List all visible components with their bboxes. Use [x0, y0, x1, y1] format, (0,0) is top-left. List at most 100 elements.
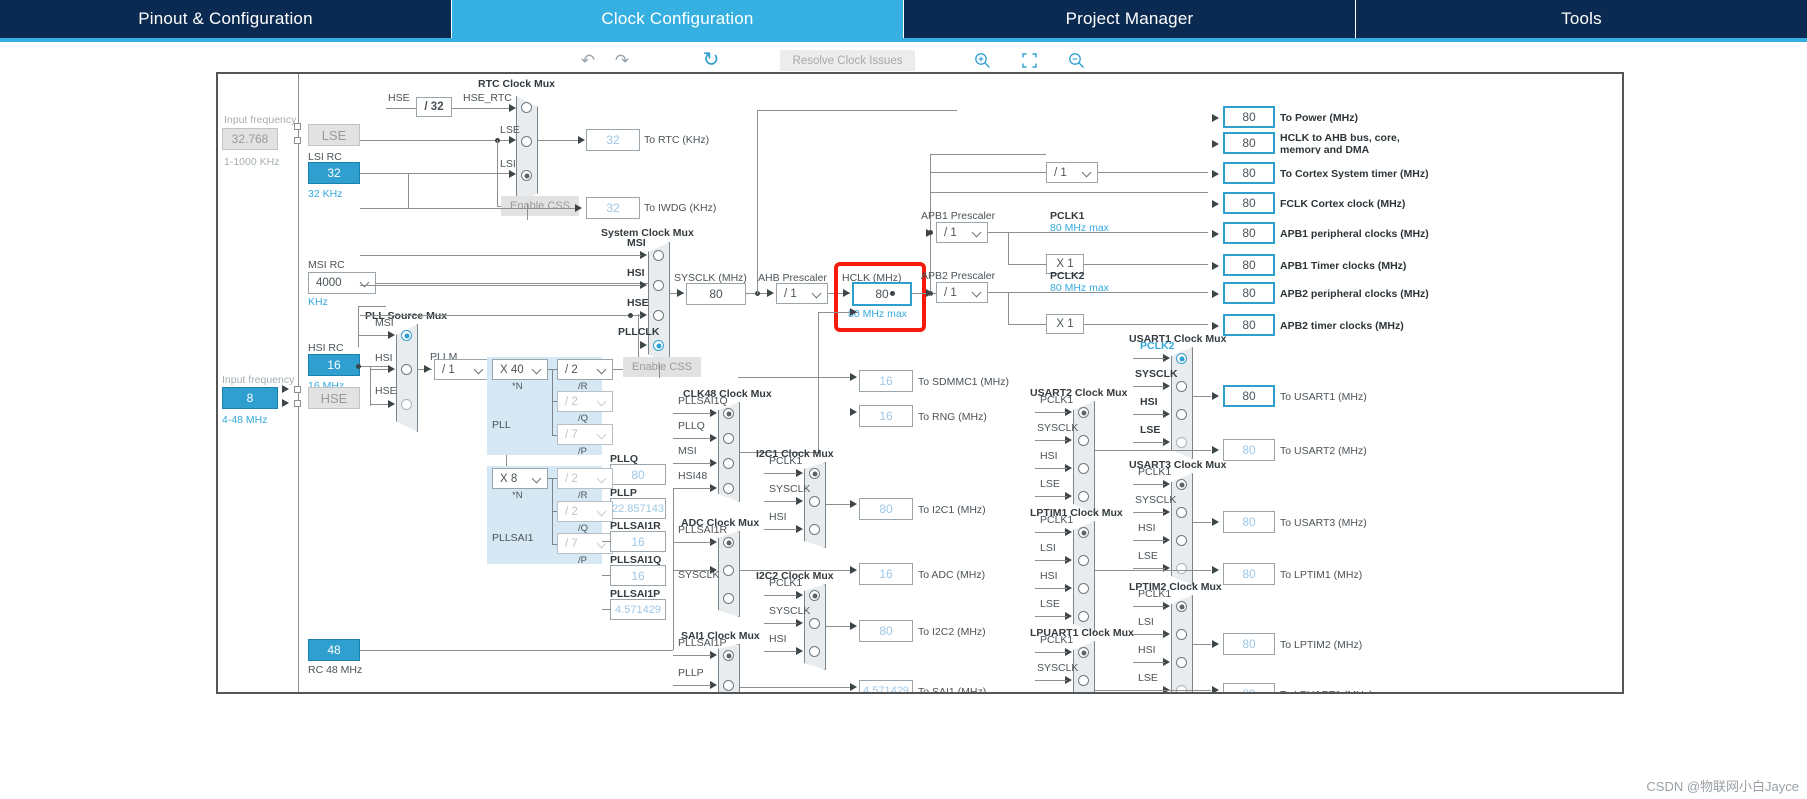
clk48-option-hsi48[interactable]: [723, 483, 734, 494]
pllsai1r-output-value[interactable]: 16: [610, 531, 666, 552]
lpuart1-option-sysclk[interactable]: [1078, 675, 1089, 686]
hse-oscillator-box[interactable]: HSE: [308, 387, 360, 409]
lptim1-option-hsi[interactable]: [1078, 583, 1089, 594]
usart2-option-lse[interactable]: [1078, 491, 1089, 502]
usart2-option-sysclk[interactable]: [1078, 435, 1089, 446]
system-clock-option-hse[interactable]: [653, 310, 664, 321]
to-usart3-value[interactable]: 80: [1223, 511, 1275, 533]
tab-tools[interactable]: Tools: [1356, 0, 1807, 38]
i2c2-option-pclk1[interactable]: [809, 590, 820, 601]
adc-option-hsi[interactable]: [723, 593, 734, 604]
rtc-mux-option-lsi[interactable]: [521, 170, 532, 181]
output-value-4[interactable]: 80: [1223, 222, 1275, 244]
pll-source-option-msi[interactable]: [401, 330, 412, 341]
to-i2c1-value[interactable]: 80: [859, 498, 913, 520]
usart3-option-hsi[interactable]: [1176, 535, 1187, 546]
to-iwdg-value[interactable]: 32: [586, 197, 640, 219]
output-value-7[interactable]: 80: [1223, 314, 1275, 336]
resolve-clock-issues-button[interactable]: Resolve Clock Issues: [780, 50, 915, 71]
pllq-output-value[interactable]: 80: [610, 464, 666, 485]
tab-project-manager[interactable]: Project Manager: [904, 0, 1356, 38]
pllp-output-value[interactable]: 22.857143: [610, 498, 666, 519]
clock-tree-diagram[interactable]: Input frequency 32.768 1-1000 KHz LSE LS…: [216, 72, 1624, 694]
lptim2-option-pclk1[interactable]: [1176, 601, 1187, 612]
usart3-option-pclk1[interactable]: [1176, 479, 1187, 490]
lse-oscillator-box[interactable]: LSE: [308, 124, 360, 146]
hse-input-frequency-field[interactable]: 8: [222, 387, 278, 409]
pllr-select[interactable]: / 2: [557, 359, 613, 380]
ahb-prescaler-select[interactable]: / 1: [776, 283, 828, 304]
usart1-option-sysclk[interactable]: [1176, 381, 1187, 392]
i2c2-option-hsi[interactable]: [809, 646, 820, 657]
lptim2-option-hsi[interactable]: [1176, 657, 1187, 668]
apb1-prescaler-select[interactable]: / 1: [936, 222, 988, 243]
pllsai1q-select[interactable]: / 2: [557, 501, 613, 522]
adc-option-pllsai1r[interactable]: [723, 537, 734, 548]
pllsai1n-select[interactable]: X 8: [492, 468, 548, 489]
hsi-value-box[interactable]: 16: [308, 354, 360, 376]
clk48-option-msi[interactable]: [723, 458, 734, 469]
output-value-2[interactable]: 80: [1223, 162, 1275, 184]
tab-pinout-configuration[interactable]: Pinout & Configuration: [0, 0, 452, 38]
lsi-value-box[interactable]: 32: [308, 162, 360, 184]
lptim1-option-lse[interactable]: [1078, 611, 1089, 622]
output-value-3[interactable]: 80: [1223, 192, 1275, 214]
to-rng-value[interactable]: 16: [859, 405, 913, 427]
sai1-option-pllsai1p[interactable]: [723, 650, 734, 661]
enable-css-rtc-button[interactable]: Enable CSS: [501, 196, 579, 216]
usart1-option-pclk2[interactable]: [1176, 353, 1187, 364]
to-lptim1-value[interactable]: 80: [1223, 563, 1275, 585]
msi-range-select[interactable]: 4000: [308, 272, 376, 294]
lptim1-option-pclk1[interactable]: [1078, 527, 1089, 538]
rtc-mux-option-lse[interactable]: [521, 136, 532, 147]
pllp-select[interactable]: / 7: [557, 424, 613, 445]
pllm-select[interactable]: / 1: [434, 359, 490, 380]
usart2-option-pclk1[interactable]: [1078, 407, 1089, 418]
i2c1-option-sysclk[interactable]: [809, 496, 820, 507]
i2c2-option-sysclk[interactable]: [809, 618, 820, 629]
pllq-select[interactable]: / 2: [557, 391, 613, 412]
i2c1-option-pclk1[interactable]: [809, 468, 820, 479]
sai1-option-pllp[interactable]: [723, 680, 734, 691]
sysclk-value[interactable]: 80: [686, 283, 746, 305]
pllsai1p-select[interactable]: / 7: [557, 533, 613, 554]
system-clock-option-pllclk[interactable]: [653, 340, 664, 351]
adc-option-sysclk[interactable]: [723, 565, 734, 576]
output-value-6[interactable]: 80: [1223, 282, 1275, 304]
to-lptim2-value[interactable]: 80: [1223, 633, 1275, 655]
to-i2c2-value[interactable]: 80: [859, 620, 913, 642]
usart3-option-sysclk[interactable]: [1176, 507, 1187, 518]
output-value-1[interactable]: 80: [1223, 132, 1275, 154]
usart2-option-hsi[interactable]: [1078, 463, 1089, 474]
cortex-prescaler-select[interactable]: / 1: [1046, 162, 1098, 183]
lptim2-option-lsi[interactable]: [1176, 629, 1187, 640]
clk48-option-pllsai1q[interactable]: [723, 408, 734, 419]
system-clock-option-msi[interactable]: [653, 250, 664, 261]
apb2-prescaler-select[interactable]: / 1: [936, 282, 988, 303]
pllsai1r-select[interactable]: / 2: [557, 468, 613, 489]
to-sai1-value[interactable]: 4.571429: [859, 680, 913, 692]
to-usart2-value[interactable]: 80: [1223, 439, 1275, 461]
clk48-option-pllq[interactable]: [723, 433, 734, 444]
to-usart1-value[interactable]: 80: [1223, 385, 1275, 407]
tab-clock-configuration[interactable]: Clock Configuration: [452, 0, 904, 38]
pll-source-option-hsi[interactable]: [401, 364, 412, 375]
output-value-0[interactable]: 80: [1223, 106, 1275, 128]
system-clock-option-hsi[interactable]: [653, 280, 664, 291]
enable-css-system-button[interactable]: Enable CSS: [623, 357, 701, 377]
plln-select[interactable]: X 40: [492, 359, 548, 380]
to-adc-value[interactable]: 16: [859, 563, 913, 585]
usart1-option-lse[interactable]: [1176, 437, 1187, 448]
output-value-5[interactable]: 80: [1223, 254, 1275, 276]
rc48-value-box[interactable]: 48: [308, 639, 360, 661]
lse-input-frequency-field[interactable]: 32.768: [222, 128, 278, 150]
hclk-value[interactable]: 80: [852, 282, 912, 306]
usart3-option-lse[interactable]: [1176, 563, 1187, 574]
to-sdmmc1-value[interactable]: 16: [859, 370, 913, 392]
pllsai1q-output-value[interactable]: 16: [610, 565, 666, 586]
usart1-option-hsi[interactable]: [1176, 409, 1187, 420]
i2c1-option-hsi[interactable]: [809, 524, 820, 535]
lpuart1-option-pclk1[interactable]: [1078, 647, 1089, 658]
lptim1-option-lsi[interactable]: [1078, 555, 1089, 566]
pllsai1p-output-value[interactable]: 4.571429: [610, 599, 666, 620]
